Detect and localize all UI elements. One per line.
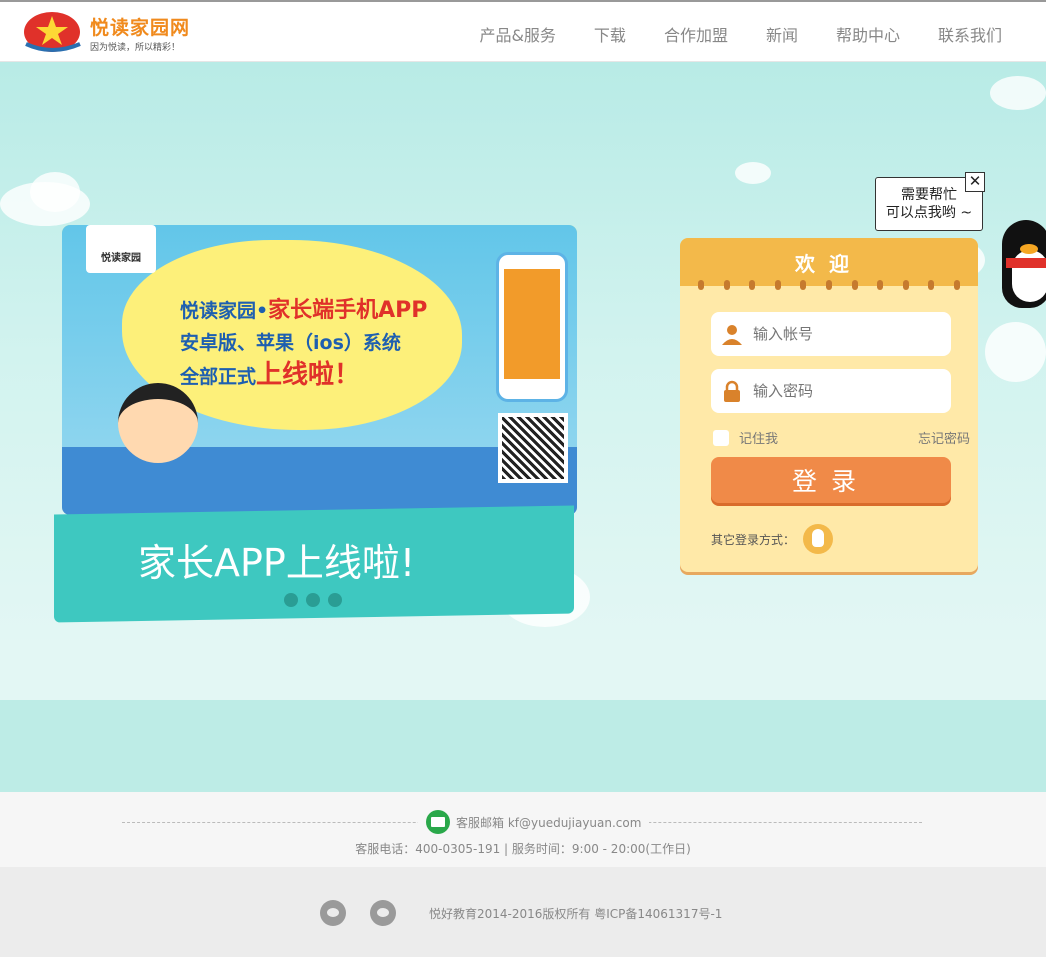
logo-star-badge-icon xyxy=(24,12,81,52)
support-phone-hours: 客服电话：400-0305-191 | 服务时间：9:00 - 20:00(工作… xyxy=(355,842,691,856)
carousel-dot[interactable] xyxy=(328,593,342,607)
login-panel: 欢迎 记住我 忘记密码 登录 其它登录方式： xyxy=(680,238,978,572)
nav-news[interactable]: 新闻 xyxy=(766,22,798,46)
main-nav: 产品&服务 下载 合作加盟 新闻 帮助中心 联系我们 xyxy=(441,22,1002,46)
qq-penguin-mascot-icon[interactable] xyxy=(1002,220,1046,310)
password-field[interactable] xyxy=(711,369,951,413)
help-bubble[interactable]: 需要帮忙 可以点我哟 ~ ✕ xyxy=(875,172,985,231)
account-field[interactable] xyxy=(711,312,951,356)
contact-bar: 客服邮箱 kf@yuedujiayuan.com 客服电话：400-0305-1… xyxy=(0,792,1046,867)
lock-icon xyxy=(724,380,740,402)
nav-products[interactable]: 产品&服务 xyxy=(479,22,555,46)
top-navbar: 悦读家园网 因为悦读，所以精彩！ 产品&服务 下载 合作加盟 新闻 帮助中心 联… xyxy=(0,0,1046,62)
mail-icon xyxy=(426,810,450,834)
help-line-2: 可以点我哟 ~ xyxy=(885,205,973,221)
nav-download[interactable]: 下载 xyxy=(594,22,626,46)
remember-label: 记住我 xyxy=(739,432,779,447)
phone-illustration xyxy=(496,252,568,402)
user-icon xyxy=(722,325,742,345)
social-links xyxy=(320,900,420,926)
other-login-label: 其它登录方式： xyxy=(711,532,796,547)
hero-banner: 悦读家园 悦读家园•家长端手机APP 安卓版、苹果（ios）系统 全部正式上线啦… xyxy=(0,62,1046,792)
carousel-dots xyxy=(284,593,350,607)
close-icon[interactable]: ✕ xyxy=(965,172,985,192)
nav-partnership[interactable]: 合作加盟 xyxy=(664,22,728,46)
cloud-decoration xyxy=(985,322,1046,382)
password-input[interactable] xyxy=(753,382,933,400)
banner-lower-band xyxy=(0,700,1046,792)
login-title: 欢迎 xyxy=(795,252,863,276)
carousel-dot[interactable] xyxy=(284,593,298,607)
headline-platforms: 安卓版、苹果（ios）系统 xyxy=(180,332,401,354)
headline-online: 上线啦！ xyxy=(256,360,361,390)
logo-name: 悦读家园网 xyxy=(90,17,191,39)
promo-carousel-slide[interactable]: 悦读家园 悦读家园•家长端手机APP 安卓版、苹果（ios）系统 全部正式上线啦… xyxy=(54,225,579,623)
app-qr-code xyxy=(498,413,568,483)
promo-logo-card: 悦读家园 xyxy=(86,225,156,273)
headline-app: 家长端手机APP xyxy=(268,298,428,323)
headline-brand: 悦读家园• xyxy=(180,300,269,322)
footer: 悦好教育2014-2016版权所有 粤ICP备14061317号-1 xyxy=(0,867,1046,957)
nav-contact-us[interactable]: 联系我们 xyxy=(938,22,1002,46)
carousel-dot[interactable] xyxy=(306,593,320,607)
copyright-text: 悦好教育2014-2016版权所有 粤ICP备14061317号-1 xyxy=(429,907,723,921)
account-input[interactable] xyxy=(753,325,933,343)
cartoon-boy-illustration xyxy=(118,383,198,463)
notepad-rings xyxy=(698,280,960,290)
remember-me[interactable]: 记住我 xyxy=(713,428,778,447)
wechat-icon[interactable] xyxy=(370,900,396,926)
cloud-decoration xyxy=(30,172,80,212)
forgot-password-link[interactable]: 忘记密码 xyxy=(918,428,970,447)
remember-checkbox[interactable] xyxy=(713,429,729,446)
cloud-decoration xyxy=(990,76,1046,110)
headline-official: 全部正式 xyxy=(180,366,257,388)
promo-headline: 悦读家园•家长端手机APP 安卓版、苹果（ios）系统 全部正式上线啦！ xyxy=(180,295,427,393)
other-login-methods: 其它登录方式： xyxy=(711,524,834,554)
nav-help-center[interactable]: 帮助中心 xyxy=(836,22,900,46)
promo-band-title: 家长APP上线啦! xyxy=(138,541,416,585)
login-button[interactable]: 登录 xyxy=(711,457,951,503)
weibo-icon[interactable] xyxy=(320,900,346,926)
support-email: 客服邮箱 kf@yuedujiayuan.com xyxy=(418,810,650,834)
qq-login-icon[interactable] xyxy=(803,524,834,554)
cloud-decoration xyxy=(735,162,771,184)
phone-screen xyxy=(504,269,560,379)
site-logo[interactable]: 悦读家园网 因为悦读，所以精彩！ xyxy=(22,10,202,58)
logo-slogan: 因为悦读，所以精彩！ xyxy=(90,43,181,53)
support-email-text: 客服邮箱 kf@yuedujiayuan.com xyxy=(456,815,642,830)
